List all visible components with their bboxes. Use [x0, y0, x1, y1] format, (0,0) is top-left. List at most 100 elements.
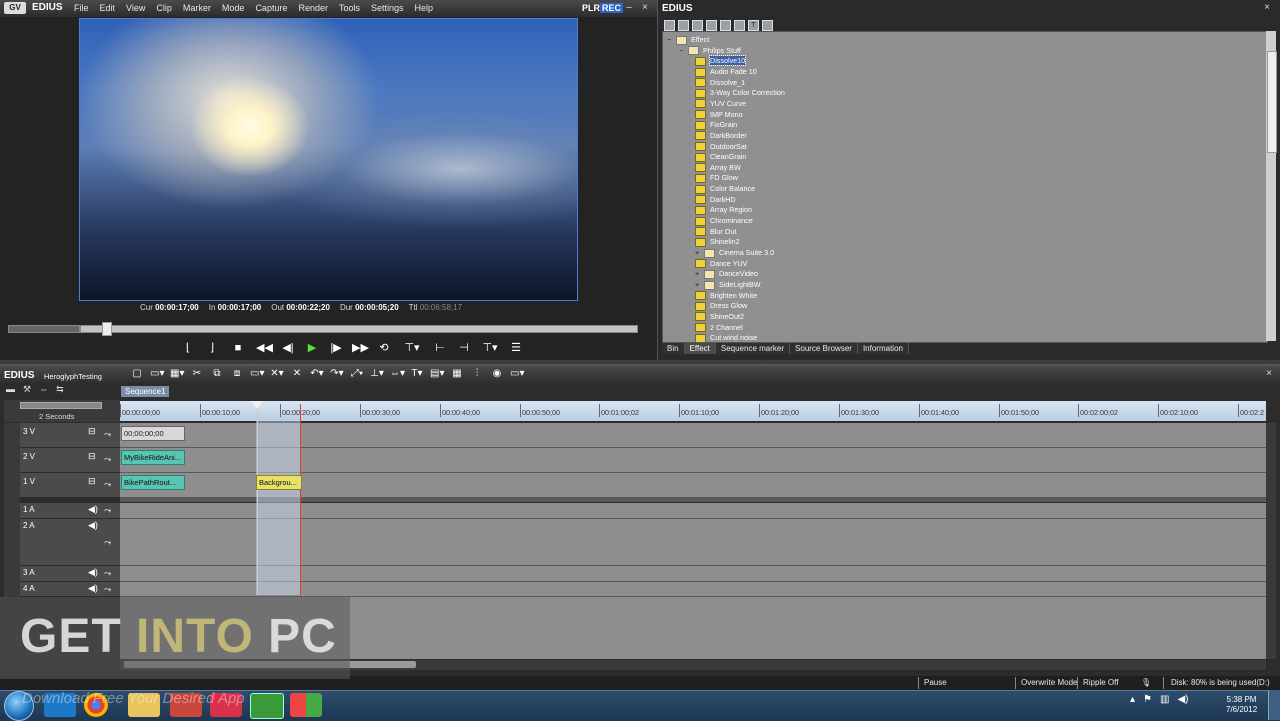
menu-render[interactable]: Render — [298, 3, 328, 13]
clip-background[interactable]: Backgrou... — [256, 475, 302, 490]
tree-item[interactable]: CleanGrain — [695, 152, 746, 162]
export-sequence-icon[interactable]: ▭▾ — [510, 368, 524, 379]
shuttle-slider[interactable] — [8, 325, 80, 333]
track-header-1v[interactable]: 1 V ⊟ ⤳ — [20, 473, 120, 498]
track-header-2v[interactable]: 2 V ⊟ ⤳ — [20, 448, 120, 473]
tray-arrow-icon[interactable]: ▴ — [1130, 694, 1135, 705]
track-header-2a[interactable]: 2 A ◀) ⤳ — [20, 519, 120, 566]
plr-toggle[interactable]: PLR — [582, 3, 600, 13]
expand-icon[interactable]: + — [695, 269, 702, 279]
tree-item[interactable]: IMP Mono — [695, 110, 743, 120]
properties-icon[interactable] — [762, 20, 773, 31]
tree-item[interactable]: 2 Channel — [695, 323, 743, 333]
track-header-3a[interactable]: 3 A ◀) ⤳ — [20, 566, 120, 582]
menu-file[interactable]: File — [74, 3, 89, 13]
app-icon-3[interactable] — [290, 693, 322, 717]
volume-icon[interactable]: ◀) — [1177, 694, 1188, 705]
redo-icon[interactable]: ↷▾ — [330, 368, 344, 379]
timescale-slider[interactable] — [20, 402, 102, 409]
track-sync-icon[interactable]: ⤳ — [104, 454, 111, 465]
play-icon[interactable]: ▶ — [304, 341, 320, 355]
step-forward-icon[interactable]: |▶ — [328, 341, 344, 355]
tree-item[interactable]: Chrominance — [695, 216, 753, 226]
open-project-icon[interactable]: ▭▾ — [150, 368, 164, 379]
view-icons-icon[interactable] — [692, 20, 703, 31]
record-icon[interactable]: ◉ — [490, 368, 504, 379]
render-icon[interactable]: ▤▾ — [430, 368, 444, 379]
close-icon[interactable]: × — [640, 3, 650, 13]
track-sync-icon[interactable]: ⤳ — [104, 505, 111, 516]
tree-item[interactable]: Cut wind noise — [695, 333, 757, 342]
tree-item[interactable]: Audio Fade 10 — [695, 67, 757, 77]
speaker-icon[interactable]: ◀) — [88, 504, 98, 515]
tree-item[interactable]: FixGrain — [695, 120, 737, 130]
undo-icon[interactable]: ↶▾ — [310, 368, 324, 379]
minimize-icon[interactable]: – — [624, 3, 634, 13]
tree-item[interactable]: 3-Way Color Correction — [695, 88, 785, 98]
track-sync-icon[interactable]: ⤳ — [104, 429, 111, 440]
export-icon[interactable]: ☰ — [508, 341, 524, 355]
menu-capture[interactable]: Capture — [255, 3, 287, 13]
save-icon[interactable]: ▦▾ — [170, 368, 184, 379]
tree-item[interactable]: Brighten White — [695, 291, 757, 301]
audio-mix-icon[interactable]: ⇔▾ — [390, 368, 405, 379]
view-tree-icon[interactable] — [664, 20, 675, 31]
position-track[interactable] — [80, 325, 638, 333]
fast-forward-icon[interactable]: ▶▶ — [352, 341, 369, 355]
tree-item[interactable]: OutdoorSat — [695, 142, 747, 152]
track-sync-icon[interactable]: ⤳ — [104, 537, 111, 548]
paste-icon[interactable]: ⧈ — [230, 368, 244, 379]
new-folder-icon[interactable] — [706, 20, 717, 31]
new-sequence-icon[interactable]: ▢ — [130, 368, 144, 379]
menu-settings[interactable]: Settings — [371, 3, 404, 13]
menu-edit[interactable]: Edit — [100, 3, 116, 13]
taskbar-clock[interactable]: 5:38 PM 7/6/2012 — [1226, 695, 1257, 715]
match-in-icon[interactable]: ⊢ — [432, 341, 448, 355]
tab-information[interactable]: Information — [857, 343, 909, 354]
menu-view[interactable]: View — [126, 3, 145, 13]
track-lock-icon[interactable]: ⊟ — [88, 476, 96, 487]
menu-marker[interactable]: Marker — [183, 3, 211, 13]
loop-icon[interactable]: ⟲ — [376, 341, 392, 355]
status-ripple[interactable]: Ripple Off — [1083, 678, 1118, 687]
tree-item[interactable]: YUV Curve — [695, 99, 746, 109]
rename-icon[interactable]: T — [748, 20, 759, 31]
tree-item[interactable]: − Philips Stuff — [679, 46, 741, 56]
player-scrub-bar[interactable] — [8, 322, 638, 336]
rec-toggle[interactable]: REC — [600, 3, 624, 13]
tree-item[interactable]: Array Region — [695, 205, 752, 215]
marker-icon[interactable]: ⊥▾ — [370, 368, 384, 379]
track-settings-icon[interactable]: ▬ — [6, 384, 15, 397]
tree-item[interactable]: Dance YUV — [695, 259, 747, 269]
flag-icon[interactable]: ⚑ — [1143, 694, 1152, 705]
playhead-icon[interactable] — [251, 401, 263, 409]
speaker-icon[interactable]: ◀) — [88, 520, 98, 531]
tree-item[interactable]: FD Glow — [695, 173, 738, 184]
set-in-icon[interactable]: ⌊ — [180, 341, 196, 355]
expand-icon[interactable]: − — [667, 35, 674, 45]
menu-tools[interactable]: Tools — [339, 3, 360, 13]
track-header-3v[interactable]: 3 V ⊟ ⤳ — [20, 423, 120, 448]
track-sync-icon[interactable]: ⤳ — [104, 479, 111, 490]
time-ruler[interactable]: 00:00:00;00 00:00:10;00 00:00:20;00 00:0… — [120, 401, 1266, 421]
tree-item[interactable]: Blur Out — [695, 227, 736, 237]
delete-clip-icon[interactable]: ✕▾ — [270, 368, 284, 379]
timeline-vscroll[interactable] — [1266, 423, 1276, 659]
tree-item[interactable]: Color Balance — [695, 184, 755, 194]
match-out-icon[interactable]: ⊣ — [456, 341, 472, 355]
menu-mode[interactable]: Mode — [222, 3, 245, 13]
position-handle[interactable] — [102, 322, 112, 336]
step-back-icon[interactable]: ◀| — [280, 341, 296, 355]
tree-item[interactable]: + DanceVideo — [695, 269, 758, 279]
stop-icon[interactable]: ■ — [228, 341, 248, 355]
palette-scrollbar[interactable] — [1266, 31, 1277, 341]
copy-clip-icon[interactable]: ⧉ — [210, 368, 224, 379]
view-list-icon[interactable] — [678, 20, 689, 31]
tree-item[interactable]: DarkBorder — [695, 131, 747, 141]
menu-help[interactable]: Help — [415, 3, 434, 13]
clip-mybikerideani[interactable]: MyBikeRideAni... — [121, 450, 185, 465]
track-header-4a[interactable]: 4 A ◀) ⤳ — [20, 582, 120, 597]
sync-lock-icon[interactable]: ⚒ — [23, 384, 31, 397]
expand-icon[interactable]: − — [679, 46, 686, 56]
speaker-icon[interactable]: ◀) — [88, 567, 98, 578]
